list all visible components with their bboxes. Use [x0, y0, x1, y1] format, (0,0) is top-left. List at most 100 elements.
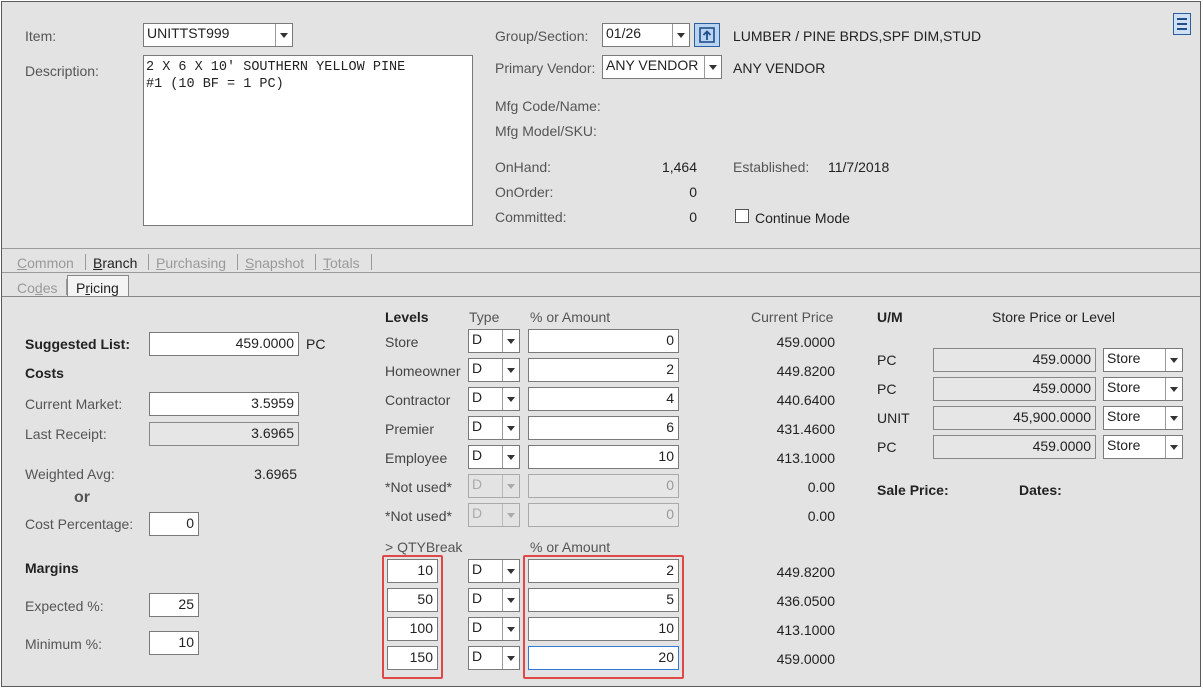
level-name: Homeowner — [385, 363, 461, 379]
um-level-combo-value: Store — [1107, 408, 1141, 424]
item-dropdown-chevron-icon[interactable] — [275, 24, 292, 46]
level-current-price: 413.1000 — [776, 450, 835, 466]
cost-percentage-input[interactable]: 0 — [149, 512, 199, 536]
description-label: Description: — [25, 63, 99, 79]
um-level-combo[interactable]: Store — [1103, 435, 1183, 459]
last-receipt-label: Last Receipt: — [25, 426, 107, 442]
level-type-combo[interactable]: D — [468, 358, 520, 382]
qtybreak-type-combo-chevron-icon[interactable] — [502, 647, 519, 669]
level-type-combo-value: D — [472, 476, 483, 492]
level-type-combo[interactable]: D — [468, 329, 520, 353]
primary-vendor-combo[interactable]: ANY VENDOR — [602, 55, 722, 79]
tab-separator — [315, 254, 316, 270]
qtybreak-type-combo-value: D — [472, 590, 483, 606]
level-amount-input[interactable]: 4 — [528, 387, 679, 411]
amount-highlight-box — [523, 555, 684, 679]
um-store-price: 459.0000 — [933, 348, 1096, 372]
level-type-combo: D — [468, 474, 520, 498]
qtybreak-type-combo[interactable]: D — [468, 617, 520, 641]
level-amount-input[interactable]: 0 — [528, 329, 679, 353]
um-level-combo[interactable]: Store — [1103, 406, 1183, 430]
dates-label: Dates: — [1019, 482, 1062, 498]
level-type-combo-chevron-icon[interactable] — [502, 417, 519, 439]
tab-branch[interactable]: Branch — [93, 255, 137, 271]
lookup-arrow-icon — [699, 27, 715, 43]
level-type-combo[interactable]: D — [468, 387, 520, 411]
um-level-combo[interactable]: Store — [1103, 348, 1183, 372]
sale-price-label: Sale Price: — [877, 482, 949, 498]
group-section-value: 01/26 — [606, 25, 642, 41]
qtybreak-price: 436.0500 — [776, 593, 835, 609]
qtybreak-type-combo[interactable]: D — [468, 646, 520, 670]
minimum-input[interactable]: 10 — [149, 631, 199, 655]
qtybreak-type-combo-chevron-icon[interactable] — [502, 618, 519, 640]
um-level-combo-chevron-icon[interactable] — [1165, 436, 1182, 458]
level-type-combo[interactable]: D — [468, 445, 520, 469]
qty-highlight-box — [382, 555, 443, 679]
level-type-combo[interactable]: D — [468, 416, 520, 440]
tab-separator — [85, 254, 86, 270]
um-unit: UNIT — [877, 410, 910, 426]
item-value: UNITTST999 — [147, 25, 230, 41]
group-lookup-button[interactable] — [694, 23, 720, 47]
menu-icon[interactable] — [1173, 13, 1191, 35]
current-market-input[interactable]: 3.5959 — [149, 392, 299, 416]
continue-mode-checkbox[interactable] — [735, 209, 749, 223]
level-type-combo-value: D — [472, 389, 483, 405]
group-section-combo[interactable]: 01/26 — [602, 23, 690, 47]
qtybreak-type-combo[interactable]: D — [468, 588, 520, 612]
subtab-codes-accel: d — [34, 280, 43, 296]
level-type-combo-chevron-icon — [502, 504, 519, 526]
qtybreak-type-combo-value: D — [472, 648, 483, 664]
level-amount-input[interactable]: 2 — [528, 358, 679, 382]
um-store-price: 459.0000 — [933, 435, 1096, 459]
um-level-combo-value: Store — [1107, 379, 1141, 395]
minimum-label: Minimum %: — [25, 636, 103, 652]
qtybreak-type-combo-chevron-icon[interactable] — [502, 589, 519, 611]
group-section-description: LUMBER / PINE BRDS,SPF DIM,STUD — [733, 28, 982, 44]
qtybreak-type-combo[interactable]: D — [468, 559, 520, 583]
um-level-combo-chevron-icon[interactable] — [1165, 349, 1182, 371]
mfg-model-label: Mfg Model/SKU: — [495, 123, 597, 139]
qtybreak-type-combo-chevron-icon[interactable] — [502, 560, 519, 582]
um-level-combo-chevron-icon[interactable] — [1165, 407, 1182, 429]
level-type-combo-chevron-icon[interactable] — [502, 359, 519, 381]
suggested-list-input[interactable]: 459.0000 — [149, 332, 299, 356]
tab-common[interactable]: Common — [17, 255, 74, 271]
expected-input[interactable]: 25 — [149, 593, 199, 617]
tab-purchasing[interactable]: Purchasing — [156, 255, 226, 271]
level-name: *Not used* — [385, 508, 452, 524]
primary-vendor-value: ANY VENDOR — [606, 57, 699, 73]
qtybreak-price: 459.0000 — [776, 651, 835, 667]
subtab-codes-post: es — [42, 280, 58, 296]
levels-heading: Levels — [385, 309, 429, 325]
description-textarea[interactable]: 2 X 6 X 10' SOUTHERN YELLOW PINE #1 (10 … — [143, 55, 473, 226]
tab-common-post: ommon — [27, 255, 74, 271]
subtab-codes[interactable]: Codes — [17, 280, 58, 296]
level-type-combo-chevron-icon[interactable] — [502, 330, 519, 352]
level-amount-input[interactable]: 6 — [528, 416, 679, 440]
store-price-heading: Store Price or Level — [992, 309, 1115, 325]
item-combo[interactable]: UNITTST999 — [143, 23, 293, 47]
um-level-combo[interactable]: Store — [1103, 377, 1183, 401]
tab-snapshot[interactable]: Snapshot — [245, 255, 304, 271]
primary-vendor-chevron-icon[interactable] — [704, 56, 721, 78]
tab-separator — [66, 279, 67, 295]
level-type-combo-chevron-icon[interactable] — [502, 446, 519, 468]
subtab-pricing[interactable]: Pricing — [76, 280, 119, 296]
tab-snapshot-post: napshot — [254, 255, 305, 271]
level-amount-input: 0 — [528, 503, 679, 527]
subtab-codes-pre: Co — [17, 280, 35, 296]
level-amount-input[interactable]: 10 — [528, 445, 679, 469]
onhand-label: OnHand: — [495, 159, 552, 175]
group-section-label: Group/Section: — [495, 28, 589, 44]
um-level-combo-chevron-icon[interactable] — [1165, 378, 1182, 400]
group-section-chevron-icon[interactable] — [672, 24, 689, 46]
current-market-label: Current Market: — [25, 396, 123, 412]
level-name: *Not used* — [385, 479, 452, 495]
level-type-combo-chevron-icon[interactable] — [502, 388, 519, 410]
level-current-price: 0.00 — [807, 479, 835, 495]
costs-heading: Costs — [25, 365, 64, 381]
tab-totals[interactable]: Totals — [323, 255, 360, 271]
subtab-pricing-post: icing — [90, 280, 119, 296]
